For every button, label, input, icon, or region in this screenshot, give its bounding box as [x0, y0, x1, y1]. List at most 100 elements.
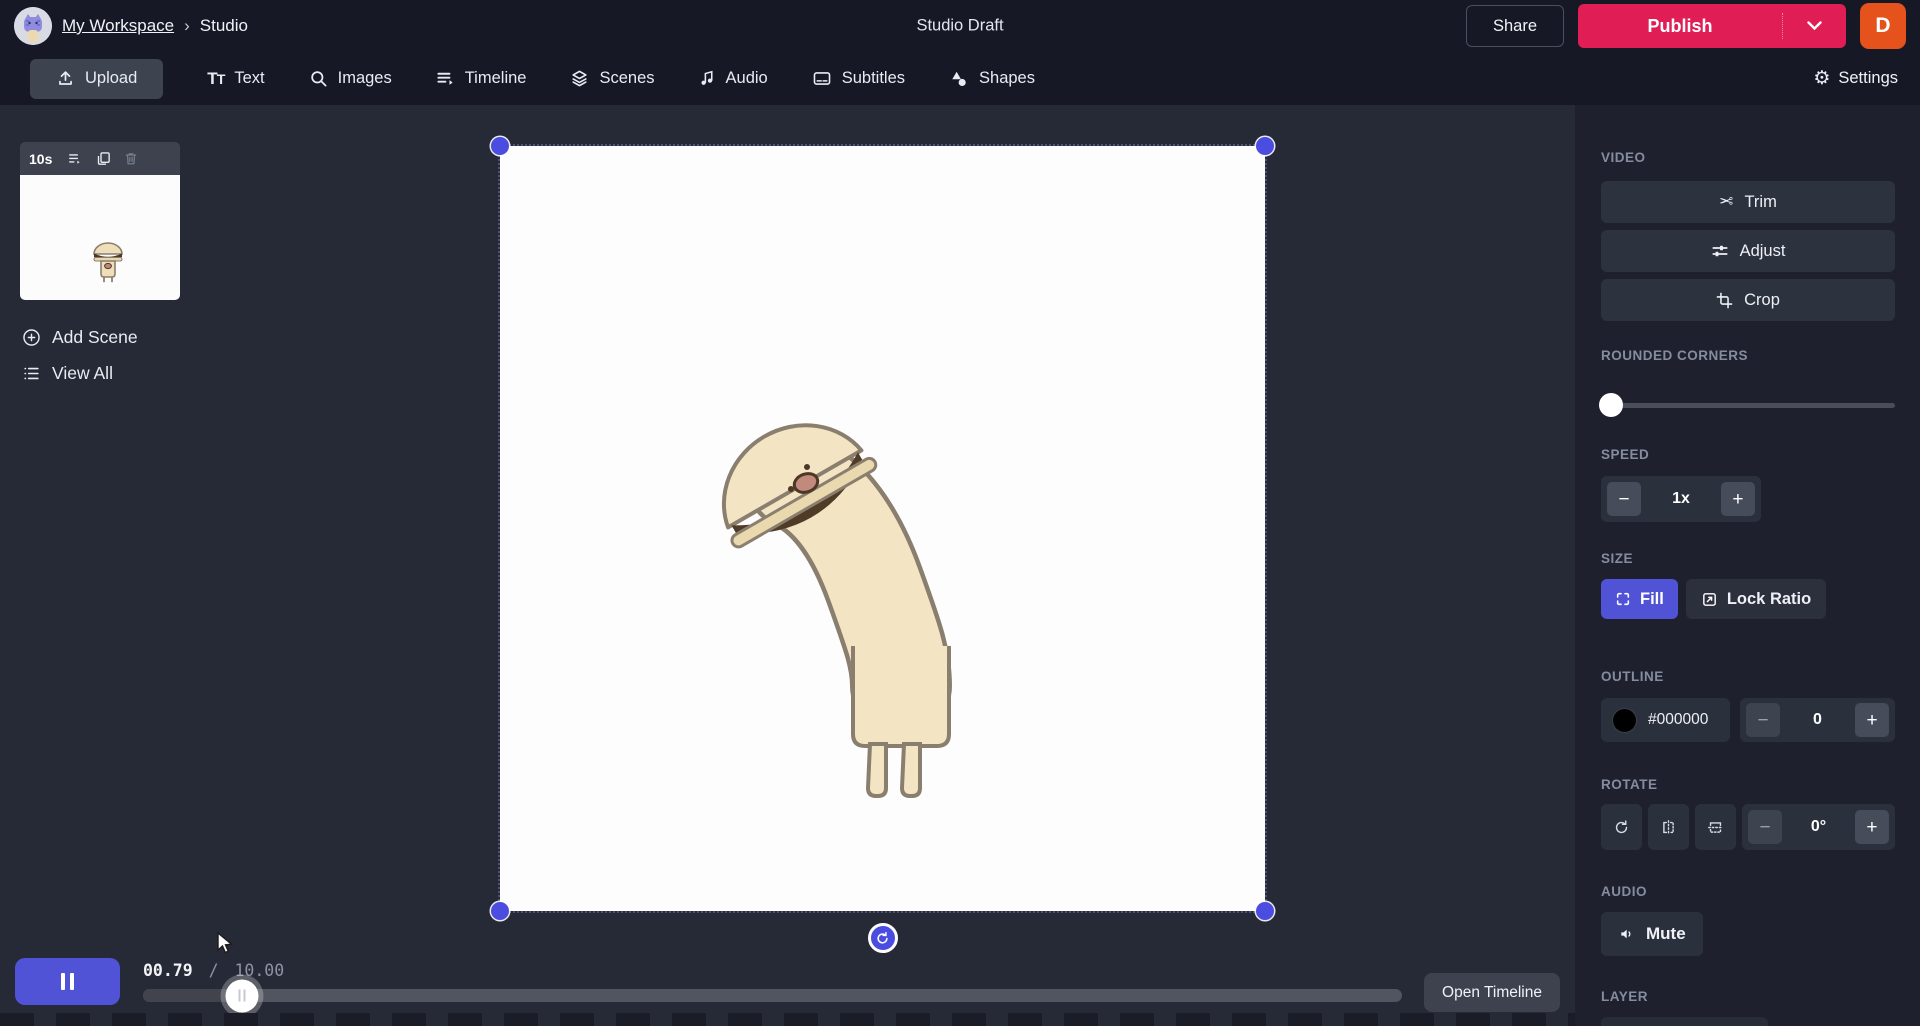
adjust-button[interactable]: Adjust — [1601, 230, 1895, 272]
resize-handle-bottom-right[interactable] — [1256, 902, 1274, 920]
rotate-angle-value: 0° — [1810, 818, 1827, 835]
rotate-angle-stepper: − 0° + — [1742, 804, 1895, 850]
outline-decrease-button[interactable]: − — [1746, 703, 1780, 737]
speed-stepper: − 1x + — [1601, 476, 1761, 522]
workspace-avatar[interactable] — [14, 7, 52, 45]
list-icon — [24, 367, 39, 380]
crop-button[interactable]: Crop — [1601, 279, 1895, 321]
resize-handle-top-left[interactable] — [491, 137, 509, 155]
rotate-handle[interactable] — [867, 923, 898, 953]
time-display: 00.79 / 10.00 — [143, 961, 284, 980]
audio-tool-button[interactable]: Audio — [699, 69, 768, 88]
outline-color-picker[interactable]: #000000 — [1601, 698, 1730, 742]
current-time: 00.79 — [143, 961, 193, 980]
plus-circle-icon — [23, 329, 40, 346]
rotate-increase-button[interactable]: + — [1854, 810, 1889, 844]
timeline-icon — [437, 72, 453, 85]
rotate-decrease-button[interactable]: − — [1748, 810, 1782, 844]
outline-width-stepper: − 0 + — [1740, 698, 1895, 742]
mute-button[interactable]: Mute — [1601, 912, 1703, 956]
main-area: 10s Add Scene View All 00.79 / 10.00 Ope… — [0, 105, 1920, 1026]
resize-handle-top-right[interactable] — [1256, 137, 1274, 155]
breadcrumb-workspace-link[interactable]: My Workspace — [62, 16, 174, 36]
timeline-tool-button[interactable]: Timeline — [436, 69, 526, 88]
account-avatar[interactable]: D — [1860, 3, 1906, 49]
total-time: 10.00 — [234, 961, 285, 980]
pause-button[interactable] — [15, 958, 120, 1005]
publish-label: Publish — [1647, 15, 1713, 36]
size-controls: Fill Lock Ratio — [1601, 579, 1895, 619]
slider-knob[interactable] — [1599, 393, 1623, 417]
resize-handle-bottom-left[interactable] — [491, 902, 509, 920]
scrubber-knob[interactable] — [225, 979, 259, 1012]
trim-button[interactable]: ✂ Trim — [1601, 181, 1895, 223]
rounded-corners-slider[interactable] — [1599, 393, 1895, 417]
scene-thumbnail[interactable] — [20, 175, 180, 300]
playback-scrubber[interactable] — [143, 979, 1402, 1012]
canvas[interactable] — [491, 137, 1274, 953]
expand-icon — [1616, 592, 1630, 606]
scene-delete-icon[interactable] — [124, 151, 138, 166]
outline-increase-button[interactable]: + — [1855, 703, 1889, 737]
breadcrumb: My Workspace › Studio — [14, 7, 248, 45]
rotate-90-button[interactable] — [1601, 804, 1642, 850]
search-icon — [310, 71, 327, 87]
subtitles-icon — [813, 72, 831, 85]
speed-decrease-button[interactable]: − — [1607, 482, 1641, 516]
flip-vertical-icon — [1708, 821, 1723, 833]
speed-increase-button[interactable]: + — [1720, 482, 1755, 516]
text-icon: TT — [207, 68, 225, 88]
subtitles-tool-button[interactable]: Subtitles — [812, 69, 905, 88]
layer-heading: LAYER — [1601, 989, 1649, 1004]
speaker-icon — [1621, 929, 1631, 939]
workspace: 10s Add Scene View All 00.79 / 10.00 Ope… — [0, 105, 1575, 1026]
outline-controls: #000000 − 0 + — [1601, 698, 1895, 742]
scene-character-preview — [93, 242, 123, 283]
flip-horizontal-icon — [1663, 819, 1674, 835]
top-bar: My Workspace › Studio Studio Draft Share… — [0, 0, 1920, 52]
open-timeline-button[interactable]: Open Timeline — [1424, 973, 1560, 1012]
scissors-icon: ✂ — [1719, 192, 1734, 211]
publish-button[interactable]: Publish — [1578, 4, 1846, 48]
collapsed-timeline-strip[interactable] — [0, 1013, 1575, 1026]
lock-ratio-icon — [1702, 592, 1716, 606]
scene-card-header: 10s — [20, 142, 180, 175]
bring-forward-button[interactable]: Bring Forward — [1601, 1017, 1768, 1026]
scene-thumbnail-card[interactable]: 10s — [20, 142, 180, 300]
music-note-icon — [700, 70, 713, 85]
flip-vertical-button[interactable] — [1695, 804, 1736, 850]
rotate-controls: − 0° + — [1601, 804, 1895, 850]
view-all-button[interactable]: View All — [22, 363, 113, 384]
outline-width-value: 0 — [1813, 711, 1822, 728]
text-tool-button[interactable]: TT Text — [207, 69, 264, 89]
rotate-heading: ROTATE — [1601, 777, 1658, 792]
speed-heading: SPEED — [1601, 447, 1650, 462]
upload-button[interactable]: Upload — [30, 58, 164, 99]
images-tool-button[interactable]: Images — [309, 69, 392, 88]
settings-button[interactable]: ⚙ Settings — [1813, 67, 1898, 90]
lock-ratio-button[interactable]: Lock Ratio — [1685, 579, 1827, 619]
share-button[interactable]: Share — [1465, 5, 1564, 47]
chevron-down-icon — [1807, 21, 1822, 31]
crop-icon — [1716, 292, 1733, 308]
slider-track — [1601, 403, 1895, 408]
time-separator: / — [208, 961, 219, 980]
speed-value: 1x — [1672, 490, 1690, 507]
scene-duration-badge: 10s — [29, 150, 53, 167]
fill-button[interactable]: Fill — [1601, 579, 1678, 619]
scenes-tool-button[interactable]: Scenes — [570, 69, 655, 88]
scene-duplicate-icon[interactable] — [96, 151, 111, 166]
pause-icon — [61, 973, 65, 990]
add-scene-button[interactable]: Add Scene — [22, 327, 138, 348]
shapes-tool-button[interactable]: Shapes — [949, 69, 1035, 88]
rotate-icon — [877, 931, 888, 944]
gear-icon: ⚙ — [1813, 68, 1831, 89]
video-character-layer — [722, 423, 952, 798]
cat-avatar-icon — [14, 7, 52, 45]
scene-timeline-icon[interactable] — [67, 152, 83, 166]
asset-toolbar: Upload TT Text Images Timeline Scenes Au… — [0, 52, 1920, 105]
flip-horizontal-button[interactable] — [1648, 804, 1689, 850]
publish-dropdown[interactable] — [1782, 12, 1846, 40]
outline-heading: OUTLINE — [1601, 669, 1664, 684]
document-title: Studio Draft — [916, 16, 1004, 35]
